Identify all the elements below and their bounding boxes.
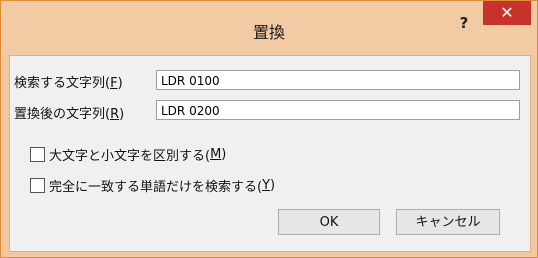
- ok-button[interactable]: OK: [278, 209, 380, 235]
- search-label-key: F: [110, 76, 118, 91]
- replace-label-text: 置換後の文字列(: [14, 107, 111, 122]
- match-case-label: 大文字と小文字を区別する(: [49, 149, 211, 164]
- whole-word-option[interactable]: 完全に一致する単語だけを検索する(Y): [30, 176, 275, 195]
- whole-word-checkbox[interactable]: [30, 178, 45, 193]
- close-button[interactable]: ✕: [483, 1, 531, 25]
- match-case-key: M: [210, 147, 222, 162]
- whole-word-key: Y: [262, 178, 271, 193]
- help-button[interactable]: ?: [449, 12, 479, 34]
- replace-label: 置換後の文字列(R): [14, 103, 124, 122]
- whole-word-label: 完全に一致する単語だけを検索する(: [49, 180, 263, 195]
- search-label-text: 検索する文字列(: [14, 76, 111, 91]
- cancel-button[interactable]: キャンセル: [396, 209, 500, 235]
- search-input[interactable]: LDR 0100: [156, 70, 520, 90]
- search-label: 検索する文字列(F): [14, 72, 123, 91]
- replace-label-key: R: [110, 107, 120, 122]
- replace-input[interactable]: LDR 0200: [156, 100, 520, 120]
- match-case-option[interactable]: 大文字と小文字を区別する(M): [30, 145, 226, 164]
- search-label-suffix: ): [117, 76, 123, 91]
- title-bar[interactable]: 置換 ? ✕: [1, 1, 537, 55]
- replace-label-suffix: ): [119, 107, 125, 122]
- dialog-body: 検索する文字列(F) LDR 0100 置換後の文字列(R) LDR 0200 …: [9, 55, 531, 252]
- whole-word-suffix: ): [270, 178, 276, 193]
- match-case-suffix: ): [221, 147, 227, 162]
- replace-dialog: 置換 ? ✕ 検索する文字列(F) LDR 0100 置換後の文字列(R) LD…: [0, 0, 538, 258]
- match-case-checkbox[interactable]: [30, 147, 45, 162]
- close-icon: ✕: [500, 3, 514, 22]
